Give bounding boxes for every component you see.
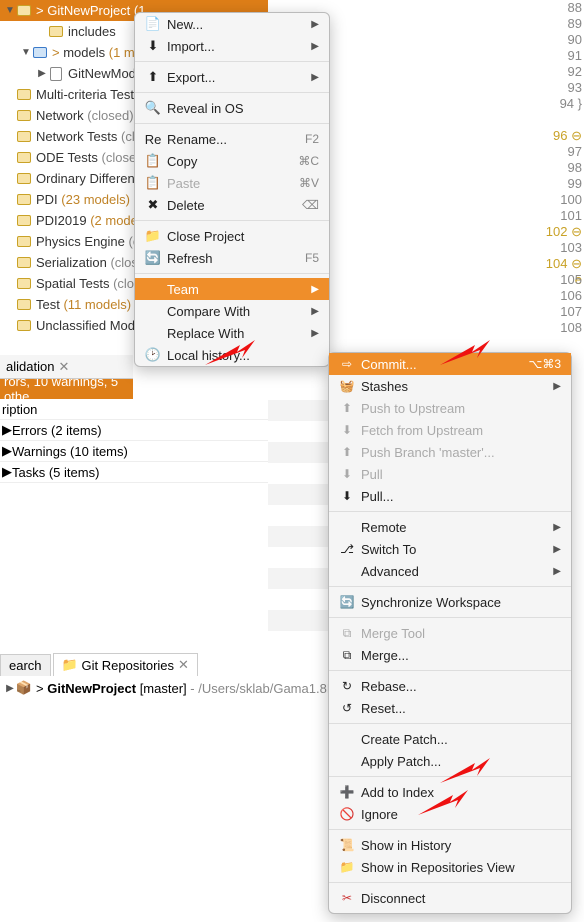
menu-local-history[interactable]: 🕑Local history... [135,344,329,366]
menu-copy[interactable]: 📋Copy⌘C [135,150,329,172]
errors-summary-bar: rors, 10 warnings, 5 othe [0,379,133,399]
refresh-icon: 🔄 [143,250,163,266]
submenu-pull-dialog[interactable]: ⬇Pull... [329,485,571,507]
folder-icon [16,3,32,19]
submenu-commit[interactable]: ⇨Commit...⌥⌘3 [329,353,571,375]
repo-icon: 📦 [16,680,32,696]
submenu-push-branch: ⬆Push Branch 'master'... [329,441,571,463]
submenu-create-patch[interactable]: Create Patch... [329,728,571,750]
submenu-merge[interactable]: ⧉Merge... [329,644,571,666]
submenu-merge-tool: ⧉Merge Tool [329,622,571,644]
history-icon: 📜 [337,837,357,853]
git-icon: 📁 [62,657,78,673]
submenu-apply-patch[interactable]: Apply Patch... [329,750,571,772]
list-item[interactable]: ▶ Errors (2 items) [0,420,268,441]
paste-icon: 📋 [143,175,163,191]
import-icon: ⬇ [143,38,163,54]
line-gutter: 88899091929394 }96 ⊖979899100101102 ⊖103… [544,0,584,160]
close-icon[interactable]: ✕ [58,359,69,375]
validation-tab[interactable]: alidation ✕ [0,355,133,379]
repo-view-icon: 📁 [337,859,357,875]
history-icon: 🕑 [143,347,163,363]
export-icon: ⬆ [143,69,163,85]
copy-icon: 📋 [143,153,163,169]
submenu-synchronize[interactable]: 🔄Synchronize Workspace [329,591,571,613]
menu-reveal[interactable]: 🔍Reveal in OS [135,97,329,119]
menu-team[interactable]: Team▶ [135,278,329,300]
submenu-ignore[interactable]: 🚫Ignore [329,803,571,825]
bottom-tabs: earch 📁 Git Repositories ✕ [0,652,200,676]
submenu-disconnect[interactable]: ✂Disconnect [329,887,571,909]
submenu-pull: ⬇Pull [329,463,571,485]
close-icon[interactable]: ✕ [178,657,189,673]
fetch-icon: ⬇ [337,422,357,438]
push-icon: ⬆ [337,400,357,416]
submenu-rebase[interactable]: ↻Rebase... [329,675,571,697]
submenu-add-to-index[interactable]: ➕Add to Index [329,781,571,803]
submenu-remote[interactable]: Remote▶ [329,516,571,538]
context-menu: 📄New...▶ ⬇Import...▶ ⬆Export...▶ 🔍Reveal… [134,12,330,367]
menu-refresh[interactable]: 🔄RefreshF5 [135,247,329,269]
close-project-icon: 📁 [143,228,163,244]
submenu-reset[interactable]: ↺Reset... [329,697,571,719]
switch-icon: ⎇ [337,541,357,557]
tab-git-repositories[interactable]: 📁 Git Repositories ✕ [53,653,198,676]
commit-icon: ⇨ [337,356,357,372]
problems-list: ription ▶ Errors (2 items) ▶ Warnings (1… [0,399,268,483]
team-submenu: ⇨Commit...⌥⌘3 🧺Stashes▶ ⬆Push to Upstrea… [328,352,572,914]
reset-icon: ↺ [337,700,357,716]
rename-icon: Re [143,131,163,147]
sync-icon: 🔄 [337,594,357,610]
disconnect-icon: ✂ [337,890,357,906]
menu-rename[interactable]: ReRename...F2 [135,128,329,150]
menu-export[interactable]: ⬆Export...▶ [135,66,329,88]
new-icon: 📄 [143,16,163,32]
rebase-icon: ↻ [337,678,357,694]
pull-icon: ⬇ [337,488,357,504]
push-branch-icon: ⬆ [337,444,357,460]
menu-paste: 📋Paste⌘V [135,172,329,194]
merge-icon: ⧉ [337,647,357,663]
submenu-fetch-upstream: ⬇Fetch from Upstream [329,419,571,441]
list-item[interactable]: ▶ Tasks (5 items) [0,462,268,483]
submenu-switch-to[interactable]: ⎇Switch To▶ [329,538,571,560]
submenu-advanced[interactable]: Advanced▶ [329,560,571,582]
menu-compare-with[interactable]: Compare With▶ [135,300,329,322]
tree-label: > GitNewProject (1 [36,3,145,18]
editor-stripes [268,379,330,631]
submenu-show-history[interactable]: 📜Show in History [329,834,571,856]
submenu-stashes[interactable]: 🧺Stashes▶ [329,375,571,397]
merge-tool-icon: ⧉ [337,625,357,641]
delete-icon: ✖ [143,197,163,213]
add-icon: ➕ [337,784,357,800]
reveal-icon: 🔍 [143,100,163,116]
list-header: ription [0,399,268,420]
stash-icon: 🧺 [337,378,357,394]
menu-import[interactable]: ⬇Import...▶ [135,35,329,57]
menu-replace-with[interactable]: Replace With▶ [135,322,329,344]
tab-search[interactable]: earch [0,654,51,676]
submenu-show-repo-view[interactable]: 📁Show in Repositories View [329,856,571,878]
ignore-icon: 🚫 [337,806,357,822]
tab-label: alidation [6,359,54,374]
menu-close-project[interactable]: 📁Close Project [135,225,329,247]
menu-delete[interactable]: ✖Delete⌫ [135,194,329,216]
menu-new[interactable]: 📄New...▶ [135,13,329,35]
list-item[interactable]: ▶ Warnings (10 items) [0,441,268,462]
twisty[interactable]: ▼ [4,5,16,16]
submenu-push-upstream: ⬆Push to Upstream [329,397,571,419]
pull-icon: ⬇ [337,466,357,482]
